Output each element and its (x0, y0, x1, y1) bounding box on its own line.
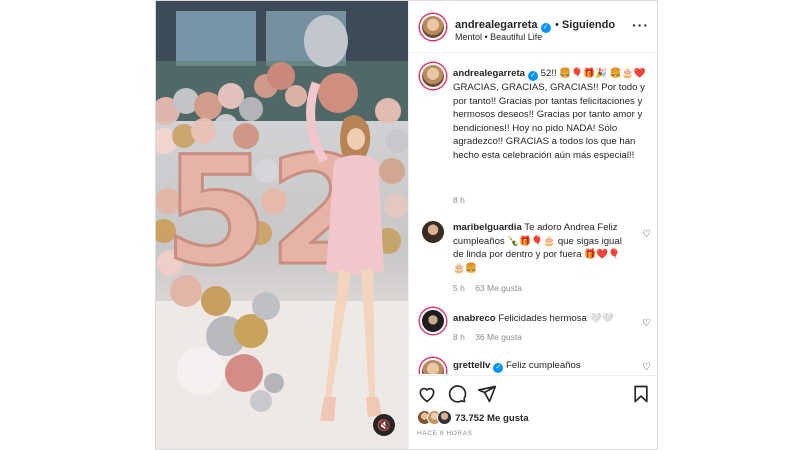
caption-username[interactable]: andrealegarreta (453, 68, 525, 79)
likes-count[interactable]: 73.752 Me gusta (455, 413, 529, 424)
post-header: andrealegarreta ✓ • Siguiendo Mentol • Be… (409, 1, 659, 53)
comment-meta: 8 h 36 Me gusta (453, 332, 522, 342)
commenter-avatar[interactable] (420, 308, 446, 334)
comment-time: 8 h (453, 332, 465, 342)
send-icon[interactable] (477, 384, 497, 404)
instagram-post: 52 🔇 andrealegarreta ✓ • Siguiendo Mento… (155, 0, 659, 450)
comment-icon[interactable] (447, 384, 467, 404)
speaker-muted-icon: 🔇 (377, 419, 391, 432)
commenter-avatar[interactable] (420, 219, 446, 245)
post-timestamp[interactable]: HACE 8 HORAS (417, 430, 473, 437)
comment-like-icon[interactable]: ♡ (642, 362, 651, 373)
comment-like-icon[interactable]: ♡ (642, 318, 651, 329)
comment-likes[interactable]: 36 Me gusta (475, 332, 522, 342)
comment-username[interactable]: grettellv (453, 360, 490, 371)
mute-button[interactable]: 🔇 (373, 414, 395, 436)
author-username[interactable]: andrealegarreta (455, 19, 538, 31)
comment-text: Feliz cumpleaños (506, 360, 581, 371)
bookmark-icon[interactable] (631, 384, 651, 404)
heart-icon[interactable] (417, 384, 437, 404)
verified-badge-icon: ✓ (493, 363, 504, 373)
comment-like-icon[interactable]: ♡ (642, 229, 651, 240)
audio-track[interactable]: Mentol • Beautiful Life (455, 32, 542, 42)
author-avatar[interactable] (420, 14, 446, 40)
comment-body: anabreco Felicidades hermosa 🤍🤍 (453, 312, 629, 326)
comment-text: Felicidades hermosa 🤍🤍 (498, 313, 614, 324)
post-side-panel: andrealegarreta ✓ • Siguiendo Mentol • Be… (408, 1, 659, 449)
comment-likes[interactable]: 63 Me gusta (475, 283, 522, 293)
header-line: andrealegarreta ✓ • Siguiendo (455, 15, 615, 33)
separator-dot: • (555, 19, 562, 31)
birthday-balloons-photo: 52 (156, 1, 408, 449)
caption-text: 52!! 🍔🎈🎁🎉 🍔🎂❤️ GRACIAS, GRACIAS, GRACIAS… (453, 68, 646, 161)
comment-item: grettellv ✓ Feliz cumpleaños ♡ (415, 356, 651, 374)
comment-username[interactable]: anabreco (453, 313, 496, 324)
post-video[interactable]: 52 🔇 (156, 1, 408, 449)
caption-avatar[interactable] (420, 63, 446, 89)
more-options-icon[interactable]: ··· (632, 17, 649, 33)
caption-time: 8 h (453, 195, 465, 205)
comment-time: 5 h (453, 283, 465, 293)
verified-badge-icon: ✓ (528, 71, 538, 81)
comment-body: grettellv ✓ Feliz cumpleaños (453, 359, 629, 373)
post-actions: 73.752 Me gusta HACE 8 HORAS (409, 375, 659, 449)
comment-body: maribelguardia Te adoro Andrea Feliz cum… (453, 221, 629, 275)
comment-meta: 5 h 63 Me gusta (453, 283, 522, 293)
liker-avatar (437, 410, 452, 425)
following-button[interactable]: Siguiendo (562, 19, 615, 31)
commenter-avatar[interactable] (420, 358, 446, 374)
comment-username[interactable]: maribelguardia (453, 222, 522, 233)
caption-body: andrealegarreta ✓ 52!! 🍔🎈🎁🎉 🍔🎂❤️ GRACIAS,… (453, 67, 649, 163)
